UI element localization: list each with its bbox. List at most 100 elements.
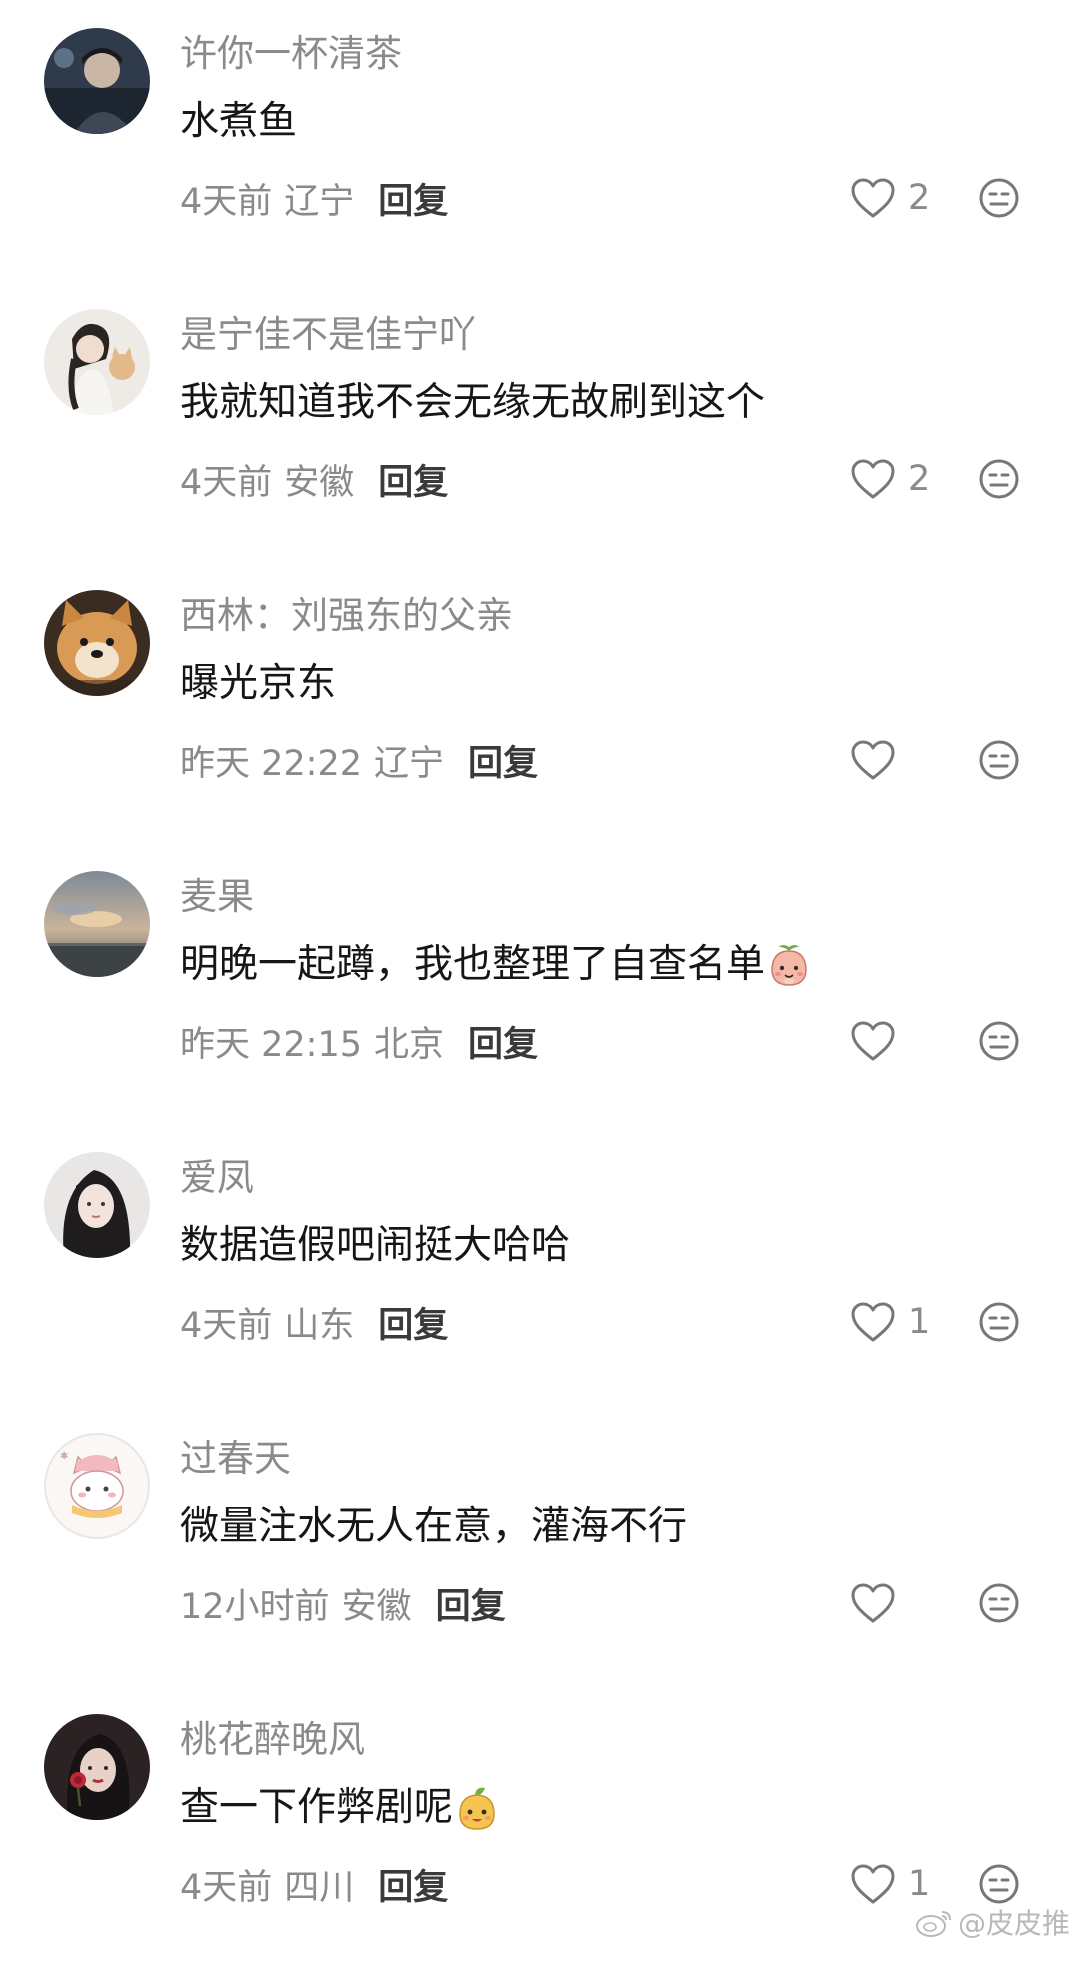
- heart-icon: [851, 1583, 895, 1623]
- avatar-woman-with-cat-icon: [44, 309, 150, 415]
- comment-text-body: 数据造假吧闹挺大哈哈: [180, 1223, 571, 1268]
- comment-location: 四川: [284, 1867, 355, 1908]
- username[interactable]: 西林：刘强东的父亲: [180, 590, 513, 642]
- like-button[interactable]: [850, 1577, 908, 1629]
- heart-icon: [851, 1302, 895, 1342]
- comment-meta: 4天前 山东 回复: [180, 1294, 448, 1350]
- like-button[interactable]: 1: [850, 1296, 930, 1348]
- comment-item: 西林：刘强东的父亲 曝光京东 昨天 22:22 辽宁 回复: [0, 562, 1080, 843]
- comment-time: 昨天 22:15: [180, 1024, 362, 1065]
- peach-face-emoji-icon: [771, 945, 807, 986]
- like-count: 2: [908, 459, 931, 499]
- comment-location: 安徽: [284, 462, 355, 503]
- comment-time: 4天前: [180, 181, 273, 222]
- reply-button[interactable]: 回复: [436, 1578, 506, 1629]
- dislike-button[interactable]: [978, 1020, 1020, 1062]
- meh-face-icon: [979, 740, 1019, 780]
- avatar-shiba-dog-icon: [44, 590, 150, 696]
- username[interactable]: 许你一杯清茶: [180, 28, 402, 80]
- comment-location: 辽宁: [284, 181, 355, 222]
- comment-meta: 4天前 安徽 回复: [180, 451, 448, 507]
- reply-button[interactable]: 回复: [378, 173, 448, 224]
- comment-meta: 4天前 四川 回复: [180, 1856, 448, 1912]
- comment-meta: 4天前 辽宁 回复: [180, 170, 448, 226]
- reply-button[interactable]: 回复: [468, 735, 538, 786]
- comment-text: 微量注水无人在意，灌海不行: [180, 1499, 687, 1555]
- reply-button[interactable]: 回复: [468, 1016, 538, 1067]
- like-button[interactable]: [850, 734, 908, 786]
- heart-icon: [851, 178, 895, 218]
- comment-item: 麦果 明晚一起蹲，我也整理了自查名单 昨天 22:15 北京 回复: [0, 843, 1080, 1124]
- username[interactable]: 麦果: [180, 871, 254, 923]
- reply-button[interactable]: 回复: [378, 1859, 448, 1910]
- comment-text: 数据造假吧闹挺大哈哈: [180, 1218, 570, 1274]
- heart-icon: [851, 459, 895, 499]
- like-button[interactable]: 2: [850, 172, 930, 224]
- username[interactable]: 爱凤: [180, 1152, 254, 1204]
- like-count: 1: [908, 1864, 931, 1904]
- meh-face-icon: [979, 459, 1019, 499]
- comment-time: 4天前: [180, 462, 273, 503]
- like-button[interactable]: 2: [850, 453, 930, 505]
- comment-location: 北京: [374, 1024, 445, 1065]
- comment-item: ✱ 过春天 微量注水无人在意，灌海不行 12小时前 安徽 回复: [0, 1405, 1080, 1686]
- avatar[interactable]: [44, 590, 150, 696]
- comment-text: 曝光京东: [180, 656, 336, 712]
- comment-text-body: 明晚一起蹲，我也整理了自查名单: [180, 942, 766, 987]
- username[interactable]: 过春天: [180, 1433, 291, 1485]
- watermark-text: @皮皮推: [957, 1907, 1070, 1940]
- avatar-sunset-sky-icon: [44, 871, 150, 977]
- username[interactable]: 桃花醉晚风: [180, 1714, 365, 1766]
- comment-time: 4天前: [180, 1867, 273, 1908]
- meh-face-icon: [979, 1302, 1019, 1342]
- comment-meta: 12小时前 安徽 回复: [180, 1575, 506, 1631]
- comment-item: 是宁佳不是佳宁吖 我就知道我不会无缘无故刷到这个 4天前 安徽 回复 2: [0, 281, 1080, 562]
- reply-button[interactable]: 回复: [378, 1297, 448, 1348]
- username[interactable]: 是宁佳不是佳宁吖: [180, 309, 476, 361]
- heart-icon: [851, 740, 895, 780]
- dislike-button[interactable]: [978, 177, 1020, 219]
- comment-meta: 昨天 22:22 辽宁 回复: [180, 732, 538, 788]
- comment-time: 昨天 22:22: [180, 743, 362, 784]
- reply-button[interactable]: 回复: [378, 454, 448, 505]
- avatar[interactable]: [44, 309, 150, 415]
- comment-location: 辽宁: [374, 743, 445, 784]
- avatar-woman-rose-icon: [44, 1714, 150, 1820]
- dislike-button[interactable]: [978, 1582, 1020, 1624]
- comment-text-body: 查一下作弊剧呢: [180, 1785, 454, 1830]
- meh-face-icon: [979, 178, 1019, 218]
- avatar[interactable]: [44, 1714, 150, 1820]
- heart-icon: [851, 1864, 895, 1904]
- mango-face-emoji-icon: [459, 1787, 495, 1830]
- comment-text: 明晚一起蹲，我也整理了自查名单: [180, 937, 811, 993]
- comment-location: 山东: [284, 1305, 355, 1346]
- avatar-cartoon-cat-icon: ✱: [44, 1433, 150, 1539]
- avatar[interactable]: ✱: [44, 1433, 150, 1539]
- heart-icon: [851, 1021, 895, 1061]
- comment-text: 查一下作弊剧呢: [180, 1780, 499, 1836]
- comment-item: 爱凤 数据造假吧闹挺大哈哈 4天前 山东 回复 1: [0, 1124, 1080, 1405]
- dislike-button[interactable]: [978, 739, 1020, 781]
- like-button[interactable]: [850, 1015, 908, 1067]
- avatar-man-dark-icon: [44, 28, 150, 134]
- meh-face-icon: [979, 1583, 1019, 1623]
- dislike-button[interactable]: [978, 1301, 1020, 1343]
- meh-face-icon: [979, 1021, 1019, 1061]
- comment-location: 安徽: [341, 1586, 412, 1627]
- comment-time: 4天前: [180, 1305, 273, 1346]
- avatar[interactable]: [44, 871, 150, 977]
- comment-item: 许你一杯清茶 水煮鱼 4天前 辽宁 回复 2: [0, 0, 1080, 281]
- meh-face-icon: [979, 1864, 1019, 1904]
- watermark: @皮皮推: [914, 1902, 1070, 1942]
- comment-list: 许你一杯清茶 水煮鱼 4天前 辽宁 回复 2 是宁佳不是佳宁吖 我就知道我不会无…: [0, 0, 1080, 1948]
- comment-text: 我就知道我不会无缘无故刷到这个: [180, 375, 765, 431]
- dislike-button[interactable]: [978, 458, 1020, 500]
- comment-text-body: 水煮鱼: [180, 99, 298, 144]
- avatar[interactable]: [44, 28, 150, 134]
- avatar-woman-long-hair-icon: [44, 1152, 150, 1258]
- comment-text-body: 曝光京东: [180, 661, 337, 706]
- comment-meta: 昨天 22:15 北京 回复: [180, 1013, 538, 1069]
- dislike-button[interactable]: [978, 1863, 1020, 1905]
- like-count: 2: [908, 178, 931, 218]
- avatar[interactable]: [44, 1152, 150, 1258]
